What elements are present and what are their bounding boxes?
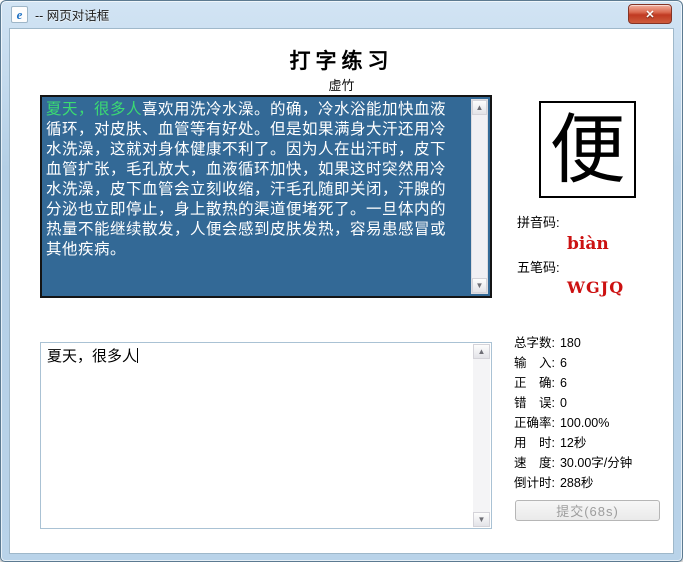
stat-correct-count: 正 确: 6	[514, 376, 567, 390]
scroll-up-icon[interactable]: ▲	[473, 344, 490, 359]
passage-line: 热量不能继续散发，人便会感到皮肤发热，容易患感冒或	[46, 221, 447, 238]
typing-input[interactable]: 夏天，很多人 ▲ ▼	[40, 342, 492, 529]
passage-line: 其他疾病。	[46, 241, 127, 258]
passage-line-rest: 喜欢用洗冷水澡。的确，冷水浴能加快血液	[142, 101, 447, 118]
wubi-label: 五笔码:	[517, 260, 560, 275]
passage-line: 水洗澡，这就对身体健康不利了。因为人在出汗时，皮下	[46, 141, 447, 158]
passage-line: 分泌也立即停止，身上散热的渠道便堵死了。一旦体内的	[46, 201, 447, 218]
scroll-down-icon[interactable]: ▼	[473, 512, 490, 527]
dialog-window: e -- 网页对话框 ✕ 打字练习 虚竹 夏天，很多人喜欢用洗冷水澡。的确，冷水…	[0, 0, 683, 562]
title-bar[interactable]: e -- 网页对话框 ✕	[9, 1, 674, 28]
pinyin-value: biàn	[567, 234, 609, 254]
stats-panel: 总字数: 180 输 入: 6 正 确: 6 错 误: 0 正确率: 100.00% 用 …	[514, 333, 632, 493]
passage-line: 血管扩张，毛孔放大，血液循环加快，如果这时突然用冷	[46, 161, 447, 178]
current-character-box: 便	[539, 101, 636, 198]
stat-accuracy: 正确率: 100.00%	[514, 416, 610, 430]
passage-scrollbar[interactable]: ▲ ▼	[471, 99, 488, 294]
submit-button[interactable]: 提交(68s)	[515, 500, 660, 521]
stat-input-count: 输 入: 6	[514, 356, 567, 370]
close-icon: ✕	[645, 8, 655, 21]
stat-time-used: 用 时: 12秒	[514, 436, 587, 450]
typing-input-value: 夏天，很多人	[47, 347, 465, 367]
pinyin-label: 拼音码:	[517, 215, 560, 230]
passage-box: 夏天，很多人喜欢用洗冷水澡。的确，冷水浴能加快血液 循环，对皮肤、血管等有好处。…	[40, 95, 492, 298]
close-button[interactable]: ✕	[628, 4, 672, 24]
passage-line: 水洗澡，皮下血管会立刻收缩，汗毛孔随即关闭，汗腺的	[46, 181, 447, 198]
scroll-up-icon[interactable]: ▲	[472, 100, 487, 115]
typed-input-text: 夏天，很多人	[47, 348, 138, 365]
subtitle-username: 虚竹	[328, 78, 355, 93]
scroll-down-icon[interactable]: ▼	[472, 278, 487, 293]
page-title: 打字练习	[289, 50, 394, 73]
stat-total-chars: 总字数: 180	[514, 336, 581, 350]
stat-speed: 速 度: 30.00字/分钟	[514, 456, 633, 470]
current-character: 便	[549, 104, 626, 194]
passage-text: 夏天，很多人喜欢用洗冷水澡。的确，冷水浴能加快血液 循环，对皮肤、血管等有好处。…	[46, 100, 464, 260]
text-caret	[137, 348, 139, 363]
passage-line: 夏天，很多人喜欢用洗冷水澡。的确，冷水浴能加快血液	[46, 100, 464, 120]
dialog-content: 打字练习 虚竹 夏天，很多人喜欢用洗冷水澡。的确，冷水浴能加快血液 循环，对皮肤…	[9, 28, 674, 554]
passage-line: 循环，对皮肤、血管等有好处。但是如果满身大汗还用冷	[46, 121, 447, 138]
ie-icon: e	[11, 6, 28, 23]
window-title: -- 网页对话框	[35, 9, 110, 23]
wubi-value: WGJQ	[567, 278, 625, 297]
typed-text: 夏天，很多人	[46, 101, 143, 118]
stat-error-count: 错 误: 0	[514, 396, 567, 410]
stat-countdown: 倒计时: 288秒	[514, 476, 594, 490]
input-scrollbar[interactable]: ▲ ▼	[473, 344, 490, 527]
